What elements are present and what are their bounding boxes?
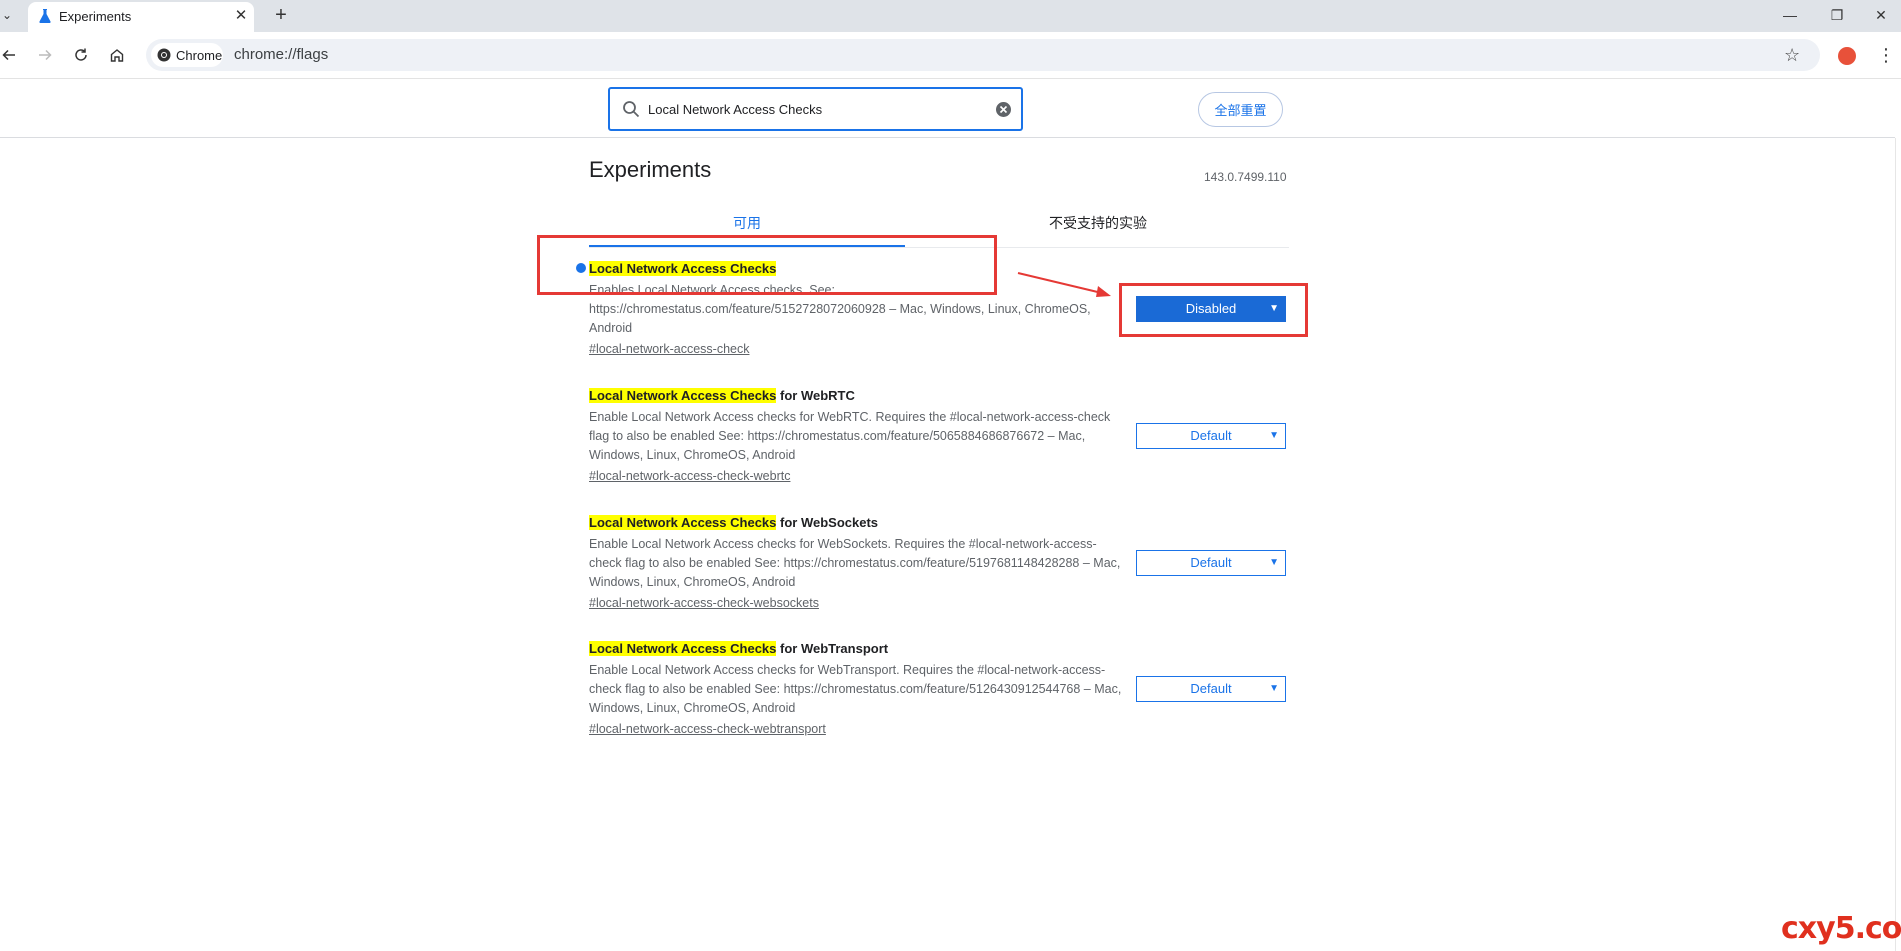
watermark: cxy5.com [1781, 911, 1901, 946]
annotation-arrow [1017, 272, 1111, 297]
